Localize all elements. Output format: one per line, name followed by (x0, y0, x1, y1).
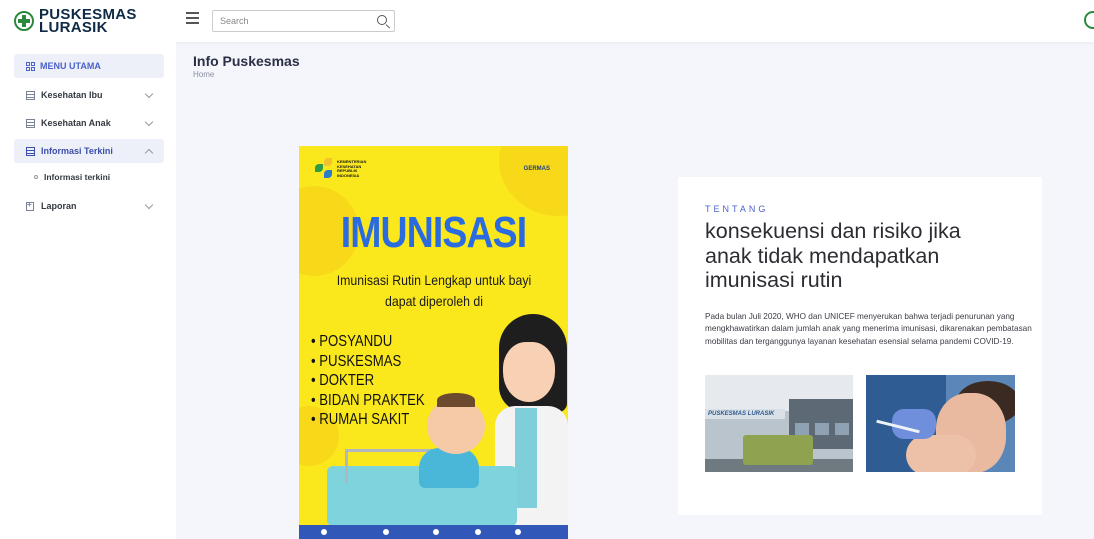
poster-place: POSYANDU (311, 332, 425, 352)
sidebar-item-label: Laporan (41, 201, 77, 211)
sidebar-item-kesehatan-ibu[interactable]: Kesehatan Ibu (14, 83, 164, 107)
kemenkes-logo (315, 158, 333, 180)
baby-illustration (419, 448, 479, 488)
chevron-down-icon (144, 89, 154, 99)
sidebar-subitem-label: Informasi terkini (44, 172, 111, 182)
poster-place: BIDAN PRAKTEK (311, 391, 424, 411)
search-icon[interactable] (377, 15, 387, 25)
child-vaccination-image (866, 375, 1015, 472)
grid-icon (26, 61, 35, 71)
article-title: konsekuensi dan risiko jika anak tidak m… (705, 219, 961, 292)
sidebar-item-informasi-terkini[interactable]: Informasi Terkini (14, 139, 164, 163)
sidebar-item-label: Kesehatan Ibu (41, 90, 103, 100)
table-icon (26, 118, 35, 128)
article-card: TENTANG konsekuensi dan risiko jika anak… (678, 177, 1042, 515)
puskesmas-building-image: PUSKESMAS LURASIK (705, 375, 853, 472)
sidebar-subitem-informasi-terkini[interactable]: Informasi terkini (34, 172, 110, 182)
breadcrumb[interactable]: Home (193, 70, 214, 79)
menu-toggle-icon[interactable] (186, 12, 199, 24)
poster-places-list: POSYANDU PUSKESMAS DOKTER BIDAN PRAKTEK … (311, 332, 445, 430)
chevron-down-icon (144, 117, 154, 127)
table-icon (26, 146, 35, 156)
bullet-circle-icon (34, 175, 38, 179)
table-icon (26, 90, 35, 100)
poster-subtitle: Imunisasi Rutin Lengkap untuk bayi dapat… (336, 272, 532, 309)
poster-place: RUMAH SAKIT (311, 410, 425, 430)
app-logo[interactable]: PUSKESMAS LURASIK (14, 7, 137, 35)
sidebar-item-label: Informasi Terkini (41, 146, 113, 156)
document-plus-icon (26, 200, 34, 211)
article-kicker: TENTANG (705, 204, 769, 214)
germas-logo: GERMAS (523, 166, 550, 172)
chevron-down-icon (144, 200, 154, 210)
top-header: PUSKESMAS LURASIK (0, 0, 1094, 42)
poster-org-text: KEMENTERIAN KESEHATAN REPUBLIK INDONESIA (337, 159, 367, 178)
app-brand: PUSKESMAS LURASIK (39, 7, 137, 35)
page-title: Info Puskesmas (193, 53, 300, 69)
poster-place: PUSKESMAS (311, 352, 425, 372)
medical-cross-icon-right[interactable] (1084, 11, 1094, 29)
search-input[interactable] (213, 11, 363, 31)
sidebar-menu-header[interactable]: MENU UTAMA (14, 54, 164, 78)
poster-title: IMUNISASI (340, 208, 527, 257)
article-body: Pada bulan Juli 2020, WHO dan UNICEF men… (705, 312, 1032, 346)
chevron-up-icon (144, 148, 154, 158)
sidebar-item-laporan[interactable]: Laporan (14, 194, 164, 218)
medical-cross-icon (14, 11, 34, 31)
sidebar: MENU UTAMA Kesehatan Ibu Kesehatan Anak … (0, 42, 176, 539)
sidebar-menu-header-label: MENU UTAMA (40, 61, 101, 71)
building-sign: PUSKESMAS LURASIK (705, 409, 785, 419)
poster-footer (299, 525, 568, 539)
poster-place: DOKTER (311, 371, 425, 391)
search-box (212, 10, 395, 32)
immunization-poster: KEMENTERIAN KESEHATAN REPUBLIK INDONESIA… (299, 146, 568, 539)
sidebar-item-label: Kesehatan Anak (41, 118, 111, 128)
sidebar-item-kesehatan-anak[interactable]: Kesehatan Anak (14, 111, 164, 135)
